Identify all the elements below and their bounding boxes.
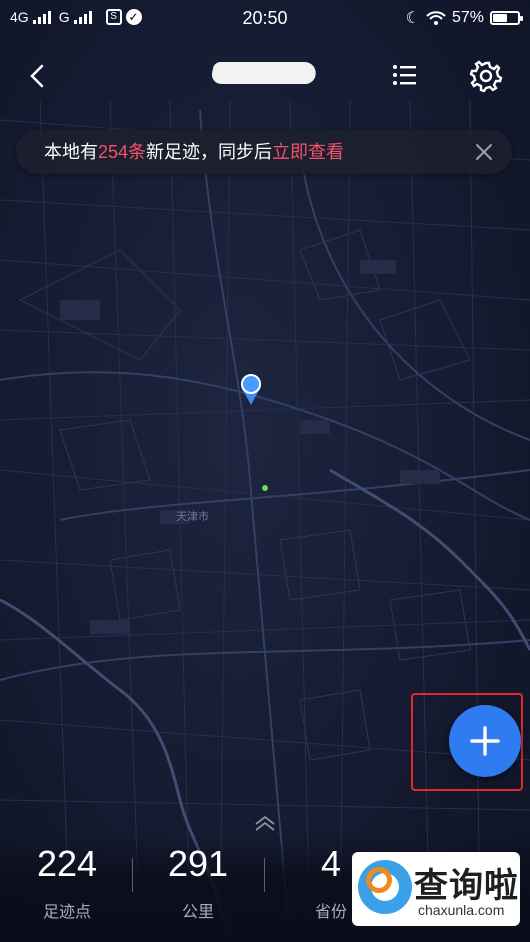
notice-middle: 新足迹，同步后 bbox=[146, 142, 273, 162]
watermark-title: 查询啦 bbox=[414, 867, 519, 905]
page-title-redacted bbox=[209, 62, 319, 84]
sync-notice-text: 本地有254条新足迹，同步后立即查看 bbox=[44, 130, 344, 174]
app-screen: 4G G S ✓ 20:50 ☾ 57% 本地有254条新足迹，同步后立即查看 … bbox=[0, 0, 530, 942]
battery-icon bbox=[490, 11, 523, 25]
location-pin-icon[interactable] bbox=[238, 372, 264, 406]
notice-prefix: 本地有 bbox=[44, 142, 98, 162]
header bbox=[0, 44, 530, 108]
search-ring-icon bbox=[366, 867, 392, 893]
status-bar: 4G G S ✓ 20:50 ☾ 57% bbox=[0, 0, 530, 36]
close-icon[interactable] bbox=[472, 140, 496, 164]
view-now-link[interactable]: 立即查看 bbox=[272, 142, 344, 162]
list-icon[interactable] bbox=[388, 58, 422, 92]
stat-kilometers[interactable]: 291 公里 bbox=[133, 842, 263, 922]
watermark-url: chaxunla.com bbox=[418, 902, 505, 918]
chevron-up-icon[interactable] bbox=[252, 813, 278, 833]
wifi-icon bbox=[426, 11, 446, 25]
plus-icon bbox=[470, 726, 500, 756]
sync-notice-banner[interactable]: 本地有254条新足迹，同步后立即查看 bbox=[16, 130, 512, 174]
stat-label: 足迹点 bbox=[42, 904, 91, 921]
stat-value: 291 bbox=[167, 843, 229, 884]
stat-value: 224 bbox=[36, 843, 98, 884]
watermark-logo: 查询啦 chaxunla.com bbox=[352, 852, 520, 926]
add-button[interactable] bbox=[449, 705, 521, 777]
moon-icon: ☾ bbox=[405, 10, 420, 27]
current-location-dot bbox=[262, 485, 268, 491]
gear-icon[interactable] bbox=[466, 56, 506, 96]
map-label: 天津市 bbox=[176, 511, 209, 523]
notice-count: 254条 bbox=[98, 142, 147, 162]
stat-label: 公里 bbox=[181, 904, 214, 921]
back-icon[interactable] bbox=[22, 54, 56, 98]
divider bbox=[264, 858, 265, 892]
battery-percent: 57% bbox=[451, 9, 484, 26]
stat-footprints[interactable]: 224 足迹点 bbox=[2, 842, 132, 922]
